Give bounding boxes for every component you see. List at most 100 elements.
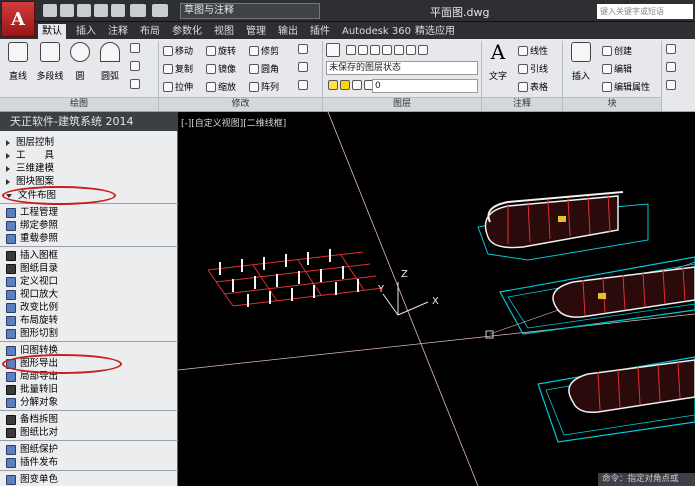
palette-item-change-scale[interactable]: 改变比例 [4, 302, 58, 314]
copy-button[interactable]: 复制 [163, 62, 193, 75]
insert-block-icon [571, 42, 591, 62]
insert-block-tool[interactable]: 插入 [566, 42, 596, 82]
layer-properties-icon[interactable] [326, 43, 340, 57]
tab-manage[interactable]: 管理 [242, 24, 270, 39]
trim-button[interactable]: 修剪 [249, 44, 279, 57]
explode-icon[interactable] [298, 62, 308, 72]
text-tool[interactable]: A 文字 [484, 42, 512, 82]
block-panel-title[interactable]: 块 [563, 97, 661, 111]
layer-tools-icon[interactable] [346, 45, 428, 55]
hatch-icon[interactable] [130, 61, 140, 71]
save-icon[interactable] [77, 4, 91, 17]
move-button[interactable]: 移动 [163, 44, 193, 57]
project-icon [6, 208, 16, 218]
stretch-button[interactable]: 拉伸 [163, 80, 193, 93]
palette-item-define-viewport[interactable]: 定义视口 [4, 276, 58, 288]
viewport-controls[interactable]: [-][自定义视图][二维线框] [181, 116, 286, 129]
palette-item-drawing-protect[interactable]: 图纸保护 [4, 444, 58, 456]
svg-text:X: X [432, 296, 439, 307]
modify-panel-title[interactable]: 修改 [159, 97, 322, 111]
palette-item-explode-object[interactable]: 分解对象 [4, 397, 58, 409]
undo-icon[interactable] [130, 4, 146, 17]
tab-plugins[interactable]: 插件 [306, 24, 334, 39]
tab-insert[interactable]: 插入 [72, 24, 100, 39]
workspace-select[interactable]: 草图与注释 [180, 3, 320, 19]
print-icon[interactable] [111, 4, 125, 17]
erase-icon[interactable] [298, 44, 308, 54]
fillet-button[interactable]: 圆角 [249, 62, 279, 75]
layers-panel-title[interactable]: 图层 [323, 97, 481, 111]
offset-icon[interactable] [298, 80, 308, 90]
search-input[interactable]: 键入关键字或短语 [597, 4, 693, 19]
create-block-button[interactable]: 创建 [602, 44, 632, 57]
column-grid [207, 251, 384, 307]
palette-item-project-manage[interactable]: 工程管理 [4, 207, 58, 219]
menu-3d-modeling[interactable]: 三维建模 [4, 163, 54, 175]
menu-layer-control[interactable]: 图层控制 [4, 137, 54, 149]
open-file-icon[interactable] [60, 4, 74, 17]
tab-featured-apps[interactable]: 精选应用 [411, 24, 459, 39]
current-layer-select[interactable]: 0 [372, 79, 478, 93]
tab-autodesk-360[interactable]: Autodesk 360 [338, 24, 415, 39]
arc-tool[interactable]: 圆弧 [96, 42, 124, 82]
edit-attributes-icon [602, 81, 612, 92]
match-properties-icon[interactable] [666, 62, 676, 72]
line-tool[interactable]: 直线 [4, 42, 32, 82]
palette-item-viewport-zoom[interactable]: 视口放大 [4, 289, 58, 301]
palette-item-drawing-compare[interactable]: 图纸比对 [4, 427, 58, 439]
drawing-canvas[interactable]: Z X Y [-][自定义视图][二维线框] 命令：指定对角点或 [178, 112, 695, 486]
fillet-icon [249, 63, 259, 74]
palette-item-archive-split[interactable]: 备档拆图 [4, 414, 58, 426]
rectangle-icon[interactable] [130, 79, 140, 89]
tab-layout[interactable]: 布局 [136, 24, 164, 39]
tab-default[interactable]: 默认 [38, 24, 66, 39]
mirror-button[interactable]: 镜像 [206, 62, 236, 75]
divider [0, 341, 178, 342]
create-block-icon [602, 45, 612, 56]
draw-panel-title[interactable]: 绘图 [0, 97, 158, 111]
ribbon-panel: 直线 多段线 圆 圆弧 绘图 移动 旋转 修剪 复制 镜像 圆角 拉伸 缩放 阵… [0, 39, 695, 112]
draw-more-icon[interactable] [130, 43, 140, 53]
redo-icon[interactable] [152, 4, 168, 17]
palette-item-monochrome[interactable]: 图变单色 [4, 474, 58, 486]
viewport-icon [6, 277, 16, 287]
linear-dim-button[interactable]: 线性 [518, 44, 548, 57]
layer-state-select[interactable]: 未保存的图层状态 [326, 61, 478, 75]
palette-item-reload-reference[interactable]: 重载参照 [4, 233, 58, 245]
ucs-icon: Z X Y [377, 269, 439, 316]
leader-button[interactable]: 引线 [518, 62, 548, 75]
palette-item-drawing-index[interactable]: 图纸目录 [4, 263, 58, 275]
palette-item-drawing-cut[interactable]: 图形切割 [4, 328, 58, 340]
tab-annotate[interactable]: 注释 [104, 24, 132, 39]
compare-icon [6, 428, 16, 438]
polyline-tool[interactable]: 多段线 [34, 42, 66, 82]
palette-item-layout-rotate[interactable]: 布局旋转 [4, 315, 58, 327]
rotate-button[interactable]: 旋转 [206, 44, 236, 57]
building-model-2 [499, 256, 695, 335]
tab-view[interactable]: 视图 [210, 24, 238, 39]
highlight-circle-file-layout [2, 186, 116, 205]
palette-item-batch-convert[interactable]: 批量转旧 [4, 384, 58, 396]
scale-icon [6, 303, 16, 313]
tab-output[interactable]: 输出 [274, 24, 302, 39]
scale-button[interactable]: 缩放 [206, 80, 236, 93]
layer-color-icon[interactable] [666, 80, 676, 90]
save-as-icon[interactable] [94, 4, 108, 17]
palette-item-bind-reference[interactable]: 绑定参照 [4, 220, 58, 232]
edit-attributes-button[interactable]: 编辑属性 [602, 80, 650, 93]
palette-item-insert-frame[interactable]: 插入图框 [4, 250, 58, 262]
palette-item-plugin-publish[interactable]: 插件发布 [4, 457, 58, 469]
table-button[interactable]: 表格 [518, 80, 548, 93]
properties-icon[interactable] [666, 44, 676, 54]
reload-icon [6, 234, 16, 244]
divider [0, 440, 178, 441]
circle-tool[interactable]: 圆 [66, 42, 94, 82]
command-line[interactable]: 命令：指定对角点或 [598, 473, 695, 486]
application-menu-button[interactable]: A [1, 1, 35, 37]
annotation-panel-title[interactable]: 注释 [482, 97, 562, 111]
new-file-icon[interactable] [43, 4, 57, 17]
menu-tools[interactable]: 工 具 [4, 150, 54, 162]
array-button[interactable]: 阵列 [249, 80, 279, 93]
tab-parametric[interactable]: 参数化 [168, 24, 206, 39]
edit-block-button[interactable]: 编辑 [602, 62, 632, 75]
